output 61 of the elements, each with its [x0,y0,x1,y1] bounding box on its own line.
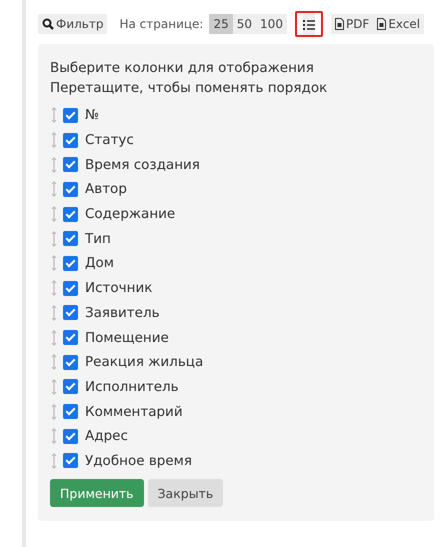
drag-handle-icon [50,230,58,247]
drag-handle-icon [50,452,58,469]
checkbox[interactable] [63,256,78,271]
checkbox[interactable] [63,453,78,468]
filter-button[interactable]: Фильтр [38,14,108,34]
checkbox[interactable] [63,132,78,148]
column-label: Автор [85,181,127,198]
columns-button[interactable] [294,11,323,37]
drag-handle-icon [50,354,58,370]
file-icon [334,18,344,30]
page-size-option[interactable]: 50 [232,14,256,34]
column-label: Источник [85,280,152,296]
column-label: Реакция жильца [85,354,204,370]
checkbox[interactable] [63,379,78,394]
list-icon [302,18,315,30]
drag-handle-icon [50,330,58,346]
checkbox[interactable] [63,354,78,370]
column-label: Заявитель [85,304,160,321]
per-page-label: На странице: [119,17,204,31]
drag-handle-icon [50,378,58,395]
export-button[interactable]: Excel [373,14,424,34]
checkbox[interactable] [63,206,78,222]
checkbox[interactable] [63,305,78,320]
column-label: Статус [85,132,134,148]
file-icon [377,18,386,30]
checkbox[interactable] [63,108,78,123]
column-label: № [85,107,100,124]
drag-handle-icon [50,428,58,444]
page-size-option[interactable]: 100 [256,14,287,34]
column-label: Содержание [85,206,176,222]
column-label: Адрес [85,428,128,444]
column-label: Удобное время [85,452,192,469]
instruction-text: Перетащите, чтобы поменять порядок [50,79,328,98]
column-label: Время создания [85,156,200,173]
column-label: Комментарий [85,404,183,420]
close-button[interactable]: Закрыть [148,479,224,508]
column-label: Дом [85,255,114,272]
checkbox[interactable] [63,428,78,444]
drag-handle-icon [50,404,58,420]
column-label: Тип [85,230,111,247]
drag-handle-icon [50,280,58,296]
checkbox[interactable] [63,404,78,420]
checkbox[interactable] [63,231,78,246]
export-button[interactable]: PDF [330,14,374,34]
column-label: Помещение [85,330,169,346]
checkbox[interactable] [63,182,78,197]
checkbox[interactable] [63,330,78,346]
search-icon [42,18,54,30]
drag-handle-icon [50,107,58,124]
page-size-option[interactable]: 25 [209,14,233,34]
drag-handle-icon [50,304,58,321]
drag-handle-icon [50,156,58,173]
column-label: Исполнитель [85,378,179,395]
checkbox[interactable] [63,280,78,296]
drag-handle-icon [50,181,58,198]
drag-handle-icon [50,132,58,148]
apply-button[interactable]: Применить [50,479,144,508]
checkbox[interactable] [63,157,78,172]
drag-handle-icon [50,206,58,222]
instruction-text: Выберите колонки для отображения [50,59,315,78]
drag-handle-icon [50,255,58,272]
